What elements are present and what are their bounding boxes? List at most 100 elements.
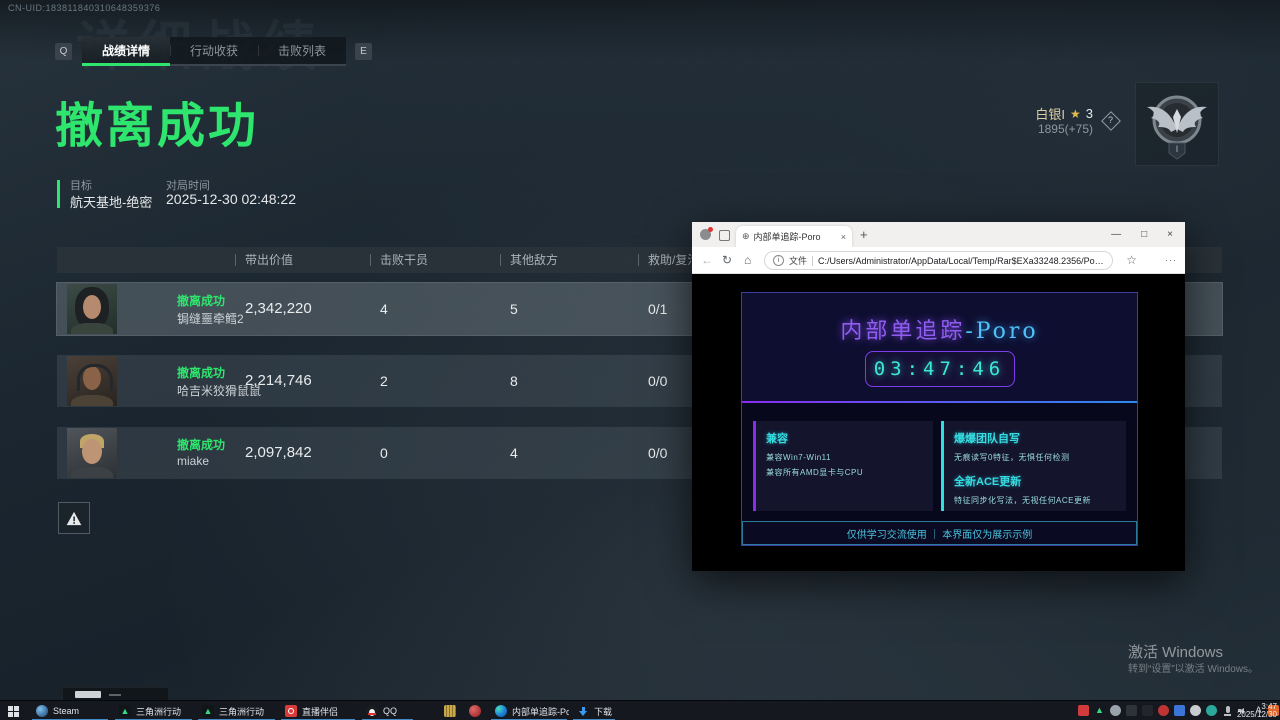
row-operator-kills: 2 bbox=[380, 355, 388, 407]
browser-titlebar[interactable]: ⊕ 内部单追踪-Poro × + — □ × bbox=[692, 222, 1185, 247]
match-time-value: 2025-12-30 02:48:22 bbox=[166, 191, 296, 207]
minimize-button[interactable]: — bbox=[1111, 229, 1121, 240]
rank-star-count: 3 bbox=[1086, 106, 1093, 121]
poro-card-body: 兼容 兼容Win7-Win11 兼容所有AMD显卡与CPU 爆爆团队自写 无痕读… bbox=[742, 403, 1137, 521]
feature-line: 特征同步化写法，无视任何ACE更新 bbox=[954, 495, 1116, 506]
objective-value: 航天基地-绝密 bbox=[70, 192, 152, 211]
help-icon[interactable]: ? bbox=[1103, 112, 1118, 127]
report-warning-button[interactable] bbox=[58, 502, 90, 534]
favorite-star-icon[interactable]: ☆ bbox=[1126, 247, 1137, 273]
row-carry-value: 2,342,220 bbox=[245, 283, 312, 335]
rank-tier: 白银I bbox=[1035, 104, 1065, 123]
row-player-name: 锔缝噩牵鳕2 bbox=[177, 310, 244, 327]
screen: CN-UID:183811840310648359376 详细战绩 Q 战绩详情… bbox=[0, 0, 1280, 720]
esc-key-chip bbox=[75, 691, 101, 698]
emblem-tier-numeral: I bbox=[1176, 144, 1179, 154]
tab-strip: 战绩详情 行动收获 击败列表 bbox=[82, 37, 346, 66]
taskbar-app-live-companion[interactable]: 直播伴侣 bbox=[279, 701, 357, 720]
vertical-tabs-icon[interactable] bbox=[719, 230, 730, 241]
poro-title-zh: 内部单追踪 bbox=[840, 319, 965, 344]
back-icon[interactable]: ← bbox=[701, 247, 713, 273]
header-other-enemies: 其他敌方 bbox=[510, 247, 558, 273]
tab-battle-detail[interactable]: 战绩详情 bbox=[82, 37, 170, 64]
taskbar-app-downloads[interactable]: 下载 bbox=[571, 701, 617, 720]
browser-addressbar: ← ↻ ⌂ i 文件 C:/Users/Administrator/AppDat… bbox=[692, 247, 1185, 274]
taskbar-app-steam[interactable]: Steam bbox=[30, 701, 110, 720]
row-rescue-revive: 0/0 bbox=[648, 427, 667, 479]
more-menu-icon[interactable]: ··· bbox=[1165, 247, 1177, 273]
tray-blue-icon[interactable] bbox=[1174, 705, 1185, 716]
row-operator-kills: 0 bbox=[380, 427, 388, 479]
tray-live-icon[interactable] bbox=[1078, 705, 1089, 716]
row-other-enemies: 4 bbox=[510, 427, 518, 479]
taskbar-app-gold[interactable] bbox=[438, 701, 462, 720]
tray-red-icon[interactable] bbox=[1158, 705, 1169, 716]
tray-delta-icon[interactable]: ▲ bbox=[1094, 705, 1105, 716]
poro-card-footer: 仅供学习交流使用 ｜ 本界面仅为展示示例 bbox=[742, 521, 1137, 545]
result-title: 撤离成功 bbox=[55, 86, 259, 156]
taskbar-app-qq[interactable]: QQ bbox=[360, 701, 415, 720]
taskbar-clock[interactable]: 3:47 2025/12/30 bbox=[1237, 703, 1277, 719]
windows-start-icon bbox=[8, 706, 19, 717]
browser-page: 内部单追踪-Poro 03:47:46 兼容 兼容Win7-Win11 兼容所有… bbox=[692, 274, 1185, 571]
gold-tile-icon bbox=[444, 705, 456, 717]
row-player-name: miake bbox=[177, 454, 209, 468]
tab-loot[interactable]: 行动收获 bbox=[170, 37, 258, 64]
rank-emblem: I bbox=[1135, 82, 1219, 166]
downloads-icon[interactable]: ↓ bbox=[664, 253, 670, 267]
header-carry-value: 带出价值 bbox=[245, 247, 293, 273]
row-status: 撤离成功 bbox=[177, 436, 225, 453]
maximize-button[interactable]: □ bbox=[1141, 229, 1147, 240]
compatibility-line: 兼容所有AMD显卡与CPU bbox=[766, 467, 923, 478]
rank-points: 1895(+75) bbox=[1038, 122, 1093, 136]
address-input[interactable]: i 文件 C:/Users/Administrator/AppData/Loca… bbox=[764, 251, 1113, 270]
close-button[interactable]: × bbox=[1167, 229, 1173, 240]
warning-icon bbox=[66, 511, 82, 526]
tab-kill-list[interactable]: 击败列表 bbox=[258, 37, 346, 64]
poro-title-en: -Poro bbox=[965, 319, 1038, 344]
tab-close-icon[interactable]: × bbox=[841, 232, 846, 242]
taskbar-app-delta-force[interactable]: ▲ 三角洲行动 bbox=[113, 701, 194, 720]
qq-icon bbox=[366, 705, 378, 717]
delta-force-icon: ▲ bbox=[119, 705, 131, 717]
key-hint-q[interactable]: Q bbox=[55, 43, 72, 60]
microphone-icon[interactable] bbox=[1222, 705, 1233, 716]
row-status: 撤离成功 bbox=[177, 364, 225, 381]
profile-avatar-icon[interactable] bbox=[700, 229, 711, 240]
row-other-enemies: 8 bbox=[510, 355, 518, 407]
browser-tab[interactable]: ⊕ 内部单追踪-Poro × bbox=[736, 226, 852, 247]
header-operator-kills: 击败干员 bbox=[380, 247, 428, 273]
tray-teal-icon[interactable] bbox=[1206, 705, 1217, 716]
red-badge-icon bbox=[469, 705, 481, 717]
tray-gray-icon[interactable] bbox=[1190, 705, 1201, 716]
compatibility-line: 兼容Win7-Win11 bbox=[766, 452, 923, 463]
file-scheme-label: 文件 bbox=[789, 254, 807, 267]
tray-dark-icon[interactable] bbox=[1126, 705, 1137, 716]
row-other-enemies: 5 bbox=[510, 283, 518, 335]
start-button[interactable] bbox=[2, 701, 25, 720]
tray-steam-icon[interactable] bbox=[1110, 705, 1121, 716]
new-tab-button[interactable]: + bbox=[860, 227, 868, 242]
address-url: C:/Users/Administrator/AppData/Local/Tem… bbox=[818, 254, 1104, 267]
home-icon[interactable]: ⌂ bbox=[744, 247, 751, 273]
eagle-emblem-icon: I bbox=[1141, 87, 1213, 161]
taskbar-app-red[interactable] bbox=[463, 701, 487, 720]
esc-hint-dash bbox=[109, 694, 121, 696]
tray-dark-icon[interactable] bbox=[1142, 705, 1153, 716]
taskbar-app-delta-force[interactable]: ▲ 三角洲行动 bbox=[196, 701, 277, 720]
feature-line: 无痕读写0特征，无惧任何检测 bbox=[954, 452, 1116, 463]
poro-card: 内部单追踪-Poro 03:47:46 兼容 兼容Win7-Win11 兼容所有… bbox=[741, 292, 1138, 546]
poro-card-header: 内部单追踪-Poro 03:47:46 bbox=[742, 293, 1137, 401]
refresh-icon[interactable]: ↻ bbox=[722, 247, 732, 273]
key-hint-e[interactable]: E bbox=[355, 43, 372, 60]
features-panel: 爆爆团队自写 无痕读写0特征，无惧任何检测 全新ACE更新 特征同步化写法，无视… bbox=[941, 421, 1126, 511]
globe-icon: ⊕ bbox=[742, 231, 750, 242]
objective-label: 目标 bbox=[70, 177, 92, 193]
avatar bbox=[67, 284, 117, 334]
page-info-icon[interactable]: i bbox=[773, 255, 784, 266]
countdown-timer: 03:47:46 bbox=[865, 351, 1015, 387]
row-carry-value: 2,097,842 bbox=[245, 427, 312, 479]
poro-title: 内部单追踪-Poro bbox=[742, 313, 1137, 345]
row-operator-kills: 4 bbox=[380, 283, 388, 335]
taskbar-app-poro-browser[interactable]: 内部单追踪-Poro - ... bbox=[489, 701, 569, 720]
